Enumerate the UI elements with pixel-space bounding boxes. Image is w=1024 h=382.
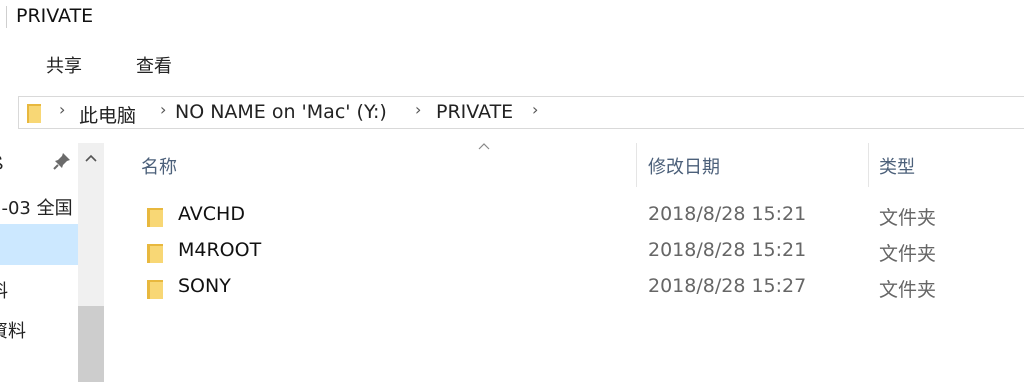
window-title: PRIVATE xyxy=(16,5,94,27)
nav-item-2[interactable]: 料 xyxy=(0,277,8,303)
file-date: 2018/8/28 15:21 xyxy=(648,203,807,225)
folder-icon xyxy=(147,279,163,303)
chevron-right-icon[interactable]: › xyxy=(415,100,421,119)
scroll-thumb[interactable] xyxy=(78,306,104,382)
column-header-date[interactable]: 修改日期 xyxy=(648,153,720,179)
tab-view[interactable]: 查看 xyxy=(136,52,172,78)
file-name[interactable]: SONY xyxy=(178,275,231,297)
folder-icon xyxy=(147,243,163,267)
file-date: 2018/8/28 15:21 xyxy=(648,239,807,261)
file-row-sony[interactable]: SONY 2018/8/28 15:27 文件夹 xyxy=(104,270,1024,304)
file-row-avchd[interactable]: AVCHD 2018/8/28 15:21 文件夹 xyxy=(104,198,1024,232)
file-name[interactable]: AVCHD xyxy=(178,203,245,225)
nav-item-partial[interactable]: ß xyxy=(0,153,3,174)
nav-item-1[interactable]: 3-03 全国 xyxy=(0,194,73,220)
sort-up-icon xyxy=(478,139,490,153)
file-name[interactable]: M4ROOT xyxy=(178,239,261,261)
ribbon-tabs: 共享 查看 xyxy=(0,40,1024,88)
folder-icon xyxy=(147,207,163,231)
chevron-right-icon[interactable]: › xyxy=(532,100,538,119)
column-header-type[interactable]: 类型 xyxy=(879,153,915,179)
address-bar[interactable]: › 此电脑 › NO NAME on 'Mac' (Y:) › PRIVATE … xyxy=(18,96,1024,129)
file-type: 文件夹 xyxy=(879,207,937,229)
navigation-pane: ß 3-03 全国 料 資料 xyxy=(0,143,78,382)
column-divider[interactable] xyxy=(868,143,869,187)
chevron-right-icon[interactable]: › xyxy=(160,100,166,119)
file-type: 文件夹 xyxy=(879,279,937,301)
column-header-name[interactable]: 名称 xyxy=(141,153,177,179)
column-header-row: 名称 修改日期 类型 xyxy=(104,143,1024,187)
folder-icon xyxy=(27,102,41,128)
column-divider[interactable] xyxy=(636,143,637,187)
title-bar: PRIVATE xyxy=(0,0,1024,34)
pin-icon[interactable] xyxy=(53,152,71,174)
breadcrumb-this-pc[interactable]: 此电脑 xyxy=(79,101,136,128)
file-date: 2018/8/28 15:27 xyxy=(648,275,807,297)
nav-item-3[interactable]: 資料 xyxy=(0,317,26,343)
nav-scrollbar[interactable] xyxy=(78,143,104,382)
scroll-up-icon[interactable] xyxy=(78,147,104,169)
tab-share[interactable]: 共享 xyxy=(46,52,82,78)
breadcrumb-private[interactable]: PRIVATE xyxy=(436,101,513,123)
breadcrumb-drive[interactable]: NO NAME on 'Mac' (Y:) xyxy=(175,101,387,123)
title-separator xyxy=(6,6,7,28)
chevron-right-icon[interactable]: › xyxy=(59,100,65,119)
file-type: 文件夹 xyxy=(879,243,937,265)
file-row-m4root[interactable]: M4ROOT 2018/8/28 15:21 文件夹 xyxy=(104,234,1024,268)
